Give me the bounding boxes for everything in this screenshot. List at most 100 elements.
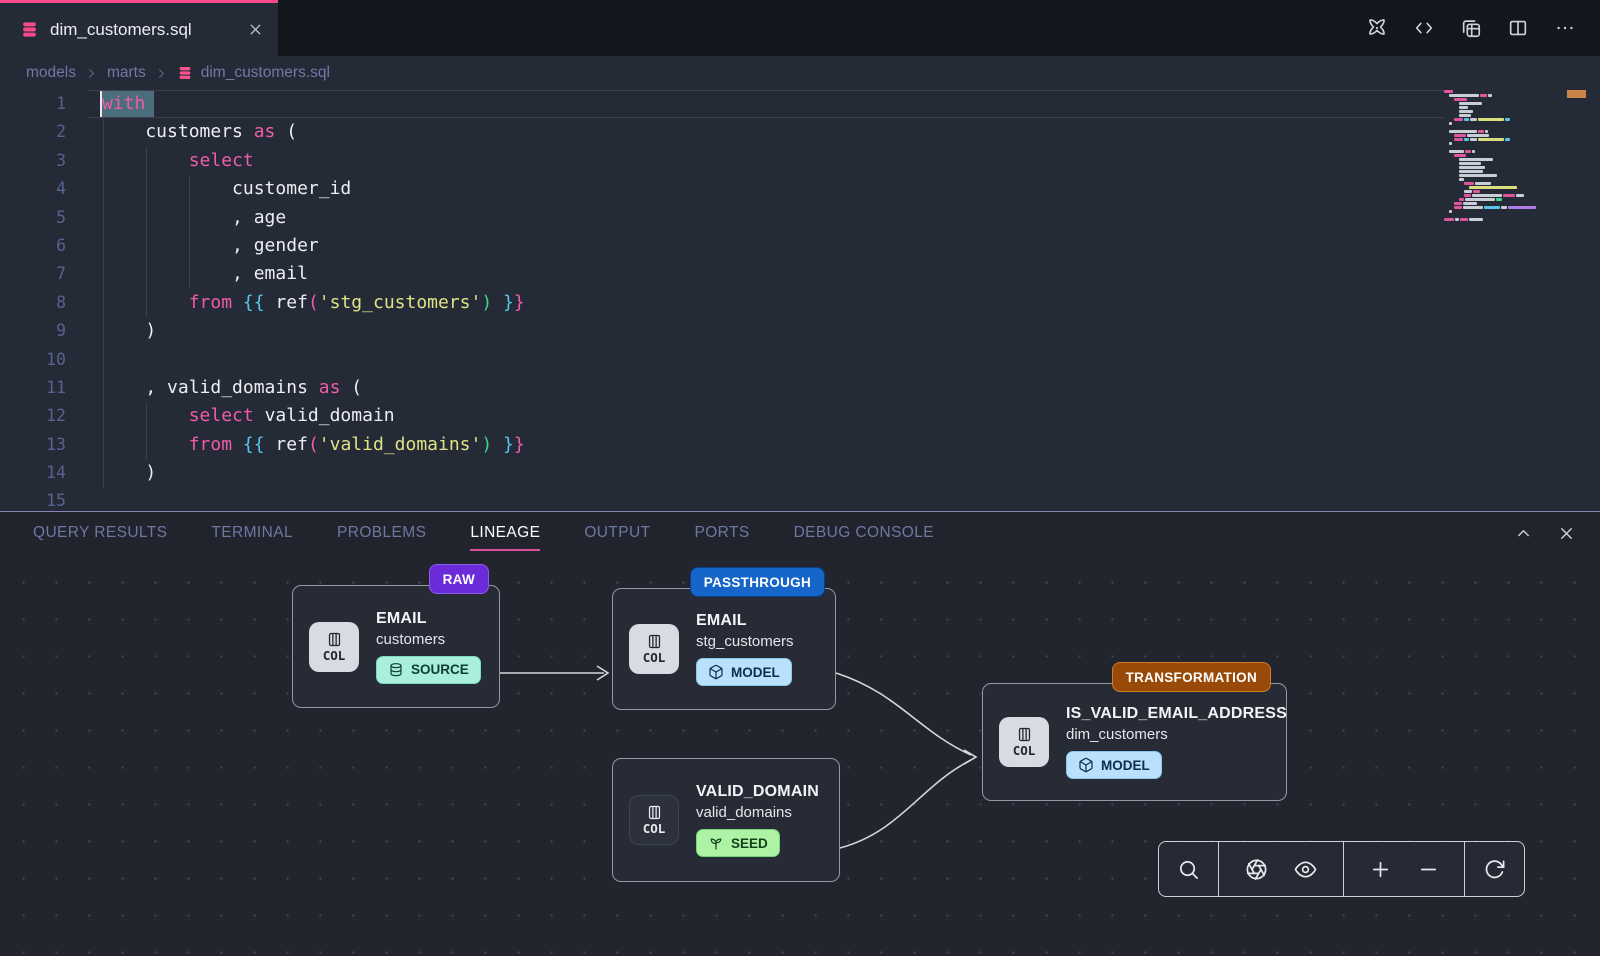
minimap-segment <box>1449 150 1464 153</box>
aperture-icon[interactable] <box>1245 858 1268 881</box>
minimap-segment <box>1459 166 1485 169</box>
ide-window: dim_customers.sql models marts dim_custo… <box>0 0 1600 956</box>
code-line[interactable]: , email <box>102 260 1460 288</box>
node-type-badge-source: SOURCE <box>376 656 481 684</box>
lineage-node-stg_customers[interactable]: PASSTHROUGHCOLEMAILstg_customersMODEL <box>612 588 836 710</box>
code-line[interactable]: , valid_domains as ( <box>102 374 1460 402</box>
code-token: } <box>503 434 514 455</box>
eye-icon[interactable] <box>1294 858 1317 881</box>
node-model-name: dim_customers <box>1066 726 1287 743</box>
node-body: EMAILstg_customersMODEL <box>696 612 794 686</box>
code-line[interactable]: select valid_domain <box>102 402 1460 430</box>
preview-table-icon[interactable] <box>1460 17 1482 39</box>
minimap[interactable] <box>1444 90 1556 222</box>
column-icon[interactable]: COL <box>629 624 679 674</box>
minimap-segment <box>1454 206 1462 209</box>
breadcrumb-file[interactable]: dim_customers.sql <box>201 64 330 82</box>
minimap-segment <box>1464 118 1469 121</box>
column-icon[interactable]: COL <box>309 622 359 672</box>
code-token: ) <box>481 434 492 455</box>
lineage-node-dim_customers[interactable]: TRANSFORMATIONCOLIS_VALID_EMAIL_ADDRESSd… <box>982 683 1287 801</box>
minimap-segment <box>1459 170 1483 173</box>
search-icon[interactable] <box>1177 858 1200 881</box>
columns-icon <box>1016 726 1033 743</box>
node-model-name: customers <box>376 631 481 648</box>
zoom-in-icon[interactable] <box>1369 858 1392 881</box>
minimap-segment <box>1455 218 1459 221</box>
panel-tab-problems[interactable]: PROBLEMS <box>337 520 426 547</box>
code-line[interactable]: ) <box>102 459 1460 487</box>
code-token <box>492 434 503 455</box>
column-icon[interactable]: COL <box>629 795 679 845</box>
minimap-segment <box>1454 138 1463 141</box>
chevron-right-icon <box>154 66 169 81</box>
col-label: COL <box>643 651 666 664</box>
code-token: } <box>514 434 525 455</box>
panel-tab-output[interactable]: OUTPUT <box>584 520 650 547</box>
refresh-icon[interactable] <box>1483 858 1506 881</box>
close-tab-icon[interactable] <box>247 21 264 38</box>
tab-dim-customers[interactable]: dim_customers.sql <box>0 0 278 56</box>
lineage-node-valid_domains[interactable]: COL VALID_DOMAINvalid_domainsSEED <box>612 758 840 882</box>
node-type-label: MODEL <box>1101 758 1150 773</box>
node-type-label: MODEL <box>731 665 780 680</box>
code-icon[interactable] <box>1413 17 1435 39</box>
minimap-segment <box>1454 202 1462 205</box>
code-token: select <box>189 405 254 426</box>
panel-tab-query-results[interactable]: QUERY RESULTS <box>33 520 167 547</box>
code-line[interactable] <box>102 346 1460 374</box>
toolbar-group <box>1219 842 1344 896</box>
code-line[interactable]: select <box>102 147 1460 175</box>
node-type-badge-model: MODEL <box>696 658 792 686</box>
minimap-segment <box>1469 218 1483 221</box>
minimap-segment <box>1503 194 1515 197</box>
breadcrumb-models[interactable]: models <box>26 64 76 82</box>
code-token <box>102 150 189 171</box>
code-token <box>102 434 189 455</box>
code-token: , email <box>102 263 308 284</box>
column-icon[interactable]: COL <box>999 717 1049 767</box>
split-editor-icon[interactable] <box>1507 17 1529 39</box>
minimap-segment <box>1470 118 1477 121</box>
code-content[interactable]: with customers as ( select customer_id ,… <box>0 90 1460 511</box>
code-line[interactable]: , gender <box>102 232 1460 260</box>
panel-tab-debug-console[interactable]: DEBUG CONSOLE <box>794 520 934 547</box>
panel-tab-ports[interactable]: PORTS <box>694 520 749 547</box>
lineage-toolbar <box>1158 841 1525 897</box>
minimap-segment <box>1449 142 1452 145</box>
minimap-segment <box>1464 194 1471 197</box>
code-token: ( <box>340 377 362 398</box>
code-line[interactable]: from {{ ref('stg_customers') }} <box>102 289 1460 317</box>
lineage-node-customers[interactable]: RAWCOLEMAILcustomersSOURCE <box>292 585 500 708</box>
code-token: valid_domain <box>254 405 395 426</box>
editor-tab-bar: dim_customers.sql <box>0 0 1600 56</box>
code-token: ( <box>308 292 319 313</box>
edge-stg-to-dim <box>836 673 971 755</box>
code-line[interactable]: , age <box>102 204 1460 232</box>
minimap-segment <box>1488 94 1492 97</box>
minimap-segment <box>1459 174 1497 177</box>
code-token: 'valid_domains' <box>319 434 482 455</box>
code-line[interactable]: customers as ( <box>102 118 1460 146</box>
panel-tab-terminal[interactable]: TERMINAL <box>211 520 293 547</box>
cube-icon <box>708 664 724 680</box>
panel-tab-lineage[interactable]: LINEAGE <box>470 520 540 547</box>
breadcrumb-marts[interactable]: marts <box>107 64 146 82</box>
node-body: VALID_DOMAINvalid_domainsSEED <box>696 783 819 857</box>
code-line[interactable] <box>102 487 1460 511</box>
dbt-icon[interactable] <box>1366 17 1388 39</box>
lineage-canvas[interactable]: RAWCOLEMAILcustomersSOURCEPASSTHROUGHCOL… <box>0 555 1600 956</box>
code-line[interactable]: ) <box>102 317 1460 345</box>
columns-icon <box>646 804 663 821</box>
code-token <box>492 292 503 313</box>
code-token: ref <box>265 434 308 455</box>
close-panel-icon[interactable] <box>1557 524 1576 543</box>
code-line[interactable]: from {{ ref('valid_domains') }} <box>102 431 1460 459</box>
code-editor[interactable]: 123456789101112131415 with customers as … <box>0 90 1600 511</box>
collapse-panel-icon[interactable] <box>1514 524 1533 543</box>
minimap-segment <box>1459 110 1473 113</box>
code-line[interactable]: customer_id <box>102 175 1460 203</box>
zoom-out-icon[interactable] <box>1417 858 1440 881</box>
more-actions-icon[interactable] <box>1554 17 1576 39</box>
code-line[interactable]: with <box>102 90 1460 118</box>
